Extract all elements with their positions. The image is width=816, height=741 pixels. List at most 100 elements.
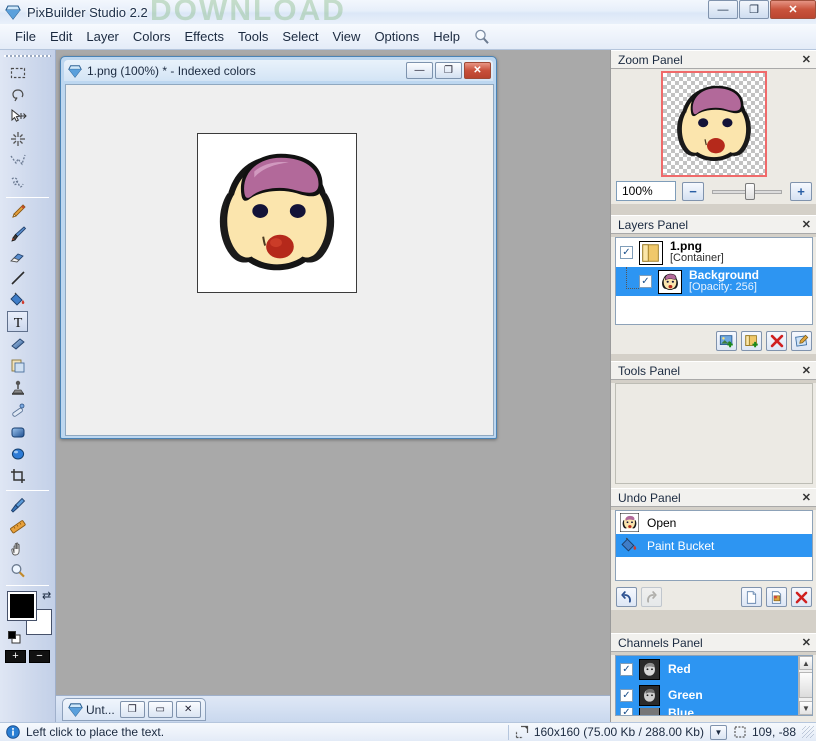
snapshot-image-button[interactable] <box>766 587 787 607</box>
foreground-color-swatch[interactable] <box>8 592 36 620</box>
table-row[interactable]: ✓ Blue <box>616 708 812 716</box>
layer-properties-button[interactable] <box>791 331 812 351</box>
delete-layer-button[interactable] <box>766 331 787 351</box>
zoom-slider[interactable] <box>710 182 784 201</box>
crop-tool[interactable] <box>7 465 28 486</box>
clear-history-button[interactable] <box>791 587 812 607</box>
redo-button[interactable] <box>641 587 662 607</box>
decrease-color-button[interactable]: − <box>29 650 50 663</box>
text-tool[interactable]: T <box>7 311 28 332</box>
line-tool[interactable] <box>7 267 28 288</box>
zoom-panel-header[interactable]: Zoom Panel ✕ <box>611 50 816 69</box>
magnifier-icon[interactable] <box>473 28 491 46</box>
layers-panel-header[interactable]: Layers Panel ✕ <box>611 215 816 234</box>
undo-history-list[interactable]: Open Paint Bucket <box>615 510 813 581</box>
layer-visibility-checkbox[interactable]: ✓ <box>620 246 633 259</box>
channel-visibility-checkbox[interactable]: ✓ <box>620 689 633 702</box>
zoom-level-input[interactable]: 100% <box>616 181 676 201</box>
image-canvas[interactable] <box>197 133 357 293</box>
menu-item-layer[interactable]: Layer <box>79 26 126 47</box>
list-item[interactable]: Open <box>616 511 812 534</box>
table-row[interactable]: ✓ Red <box>616 656 812 682</box>
add-container-button[interactable] <box>741 331 762 351</box>
menu-item-file[interactable]: File <box>8 26 43 47</box>
increase-color-button[interactable]: + <box>5 650 26 663</box>
scroll-down-button[interactable]: ▼ <box>799 701 813 715</box>
document-minimize-button[interactable]: — <box>406 62 433 79</box>
menu-item-colors[interactable]: Colors <box>126 26 178 47</box>
canvas-viewport[interactable] <box>65 84 494 436</box>
measure-tool[interactable] <box>7 516 28 537</box>
scrollbar-thumb[interactable] <box>799 672 813 698</box>
blur-tool[interactable] <box>7 421 28 442</box>
hand-tool[interactable] <box>7 538 28 559</box>
undo-button[interactable] <box>616 587 637 607</box>
layers-list[interactable]: ✓ 1.png [Container] <box>615 237 813 325</box>
close-icon[interactable]: ✕ <box>802 491 811 504</box>
undo-panel-header[interactable]: Undo Panel ✕ <box>611 488 816 507</box>
close-button[interactable]: ✕ <box>770 0 816 19</box>
menu-item-help[interactable]: Help <box>426 26 467 47</box>
menu-item-tools[interactable]: Tools <box>231 26 275 47</box>
tools-panel-body[interactable] <box>611 383 816 490</box>
zoom-out-button[interactable]: − <box>682 182 704 201</box>
pencil-tool[interactable] <box>7 201 28 222</box>
dodge-tool[interactable] <box>7 443 28 464</box>
close-icon[interactable]: ✕ <box>802 53 811 66</box>
document-tab[interactable]: Unt... ❐ ▭ ✕ <box>62 698 206 721</box>
add-layer-button[interactable] <box>716 331 737 351</box>
menu-item-effects[interactable]: Effects <box>177 26 231 47</box>
rectangle-select-tool[interactable] <box>7 62 28 83</box>
document-maximize-button[interactable]: ❐ <box>435 62 462 79</box>
menu-item-edit[interactable]: Edit <box>43 26 79 47</box>
work-area[interactable]: 1.png (100%) * - Indexed colors — ❐ ✕ <box>56 50 610 695</box>
magic-wand-tool[interactable] <box>7 128 28 149</box>
eraser-tool[interactable] <box>7 245 28 266</box>
tab-close-button[interactable]: ✕ <box>176 701 201 718</box>
layer-visibility-checkbox[interactable]: ✓ <box>639 275 652 288</box>
minimize-button[interactable]: — <box>708 0 738 19</box>
menu-item-options[interactable]: Options <box>367 26 426 47</box>
document-close-button[interactable]: ✕ <box>464 62 491 79</box>
move-tool[interactable] <box>7 106 28 127</box>
close-icon[interactable]: ✕ <box>802 636 811 649</box>
table-row[interactable]: ✓ 1.png [Container] <box>616 238 812 267</box>
tools-options-area[interactable] <box>615 383 813 484</box>
smudge-tool[interactable] <box>7 399 28 420</box>
close-icon[interactable]: ✕ <box>802 364 811 377</box>
polygon-select-tool[interactable] <box>7 150 28 171</box>
list-item[interactable]: Paint Bucket <box>616 534 812 557</box>
channel-visibility-checkbox[interactable]: ✓ <box>620 663 633 676</box>
color-picker-tool[interactable] <box>7 494 28 515</box>
channels-panel-header[interactable]: Channels Panel ✕ <box>611 633 816 652</box>
free-select-tool[interactable] <box>7 172 28 193</box>
channels-scrollbar[interactable]: ▲ ▼ <box>798 656 812 715</box>
status-dropdown-button[interactable]: ▼ <box>710 725 727 740</box>
tab-minimize-button[interactable]: ▭ <box>148 701 173 718</box>
zoom-tool[interactable] <box>7 560 28 581</box>
paintbrush-tool[interactable] <box>7 223 28 244</box>
reset-colors-icon[interactable] <box>8 631 21 644</box>
close-icon[interactable]: ✕ <box>802 218 811 231</box>
menu-item-select[interactable]: Select <box>275 26 325 47</box>
scroll-up-button[interactable]: ▲ <box>799 656 813 670</box>
toolbox-grip[interactable] <box>4 52 51 60</box>
table-row[interactable]: ✓ Green <box>616 682 812 708</box>
maximize-button[interactable]: ❐ <box>739 0 769 19</box>
gradient-tool[interactable] <box>7 333 28 354</box>
table-row[interactable]: ✓ <box>616 267 812 296</box>
resize-grip[interactable] <box>802 726 814 738</box>
zoom-preview-area[interactable] <box>611 69 816 178</box>
lasso-select-tool[interactable] <box>7 84 28 105</box>
menu-item-view[interactable]: View <box>325 26 367 47</box>
stamp-tool[interactable] <box>7 377 28 398</box>
tab-restore-button[interactable]: ❐ <box>120 701 145 718</box>
zoom-preview-thumbnail[interactable] <box>661 71 767 177</box>
swap-colors-icon[interactable]: ⇄ <box>42 590 54 602</box>
document-window[interactable]: 1.png (100%) * - Indexed colors — ❐ ✕ <box>60 56 497 439</box>
new-snapshot-button[interactable] <box>741 587 762 607</box>
zoom-in-button[interactable]: + <box>790 182 812 201</box>
channels-list[interactable]: ✓ Red ✓ <box>615 655 813 716</box>
tools-panel-header[interactable]: Tools Panel ✕ <box>611 361 816 380</box>
clone-stamp-tool[interactable] <box>7 355 28 376</box>
